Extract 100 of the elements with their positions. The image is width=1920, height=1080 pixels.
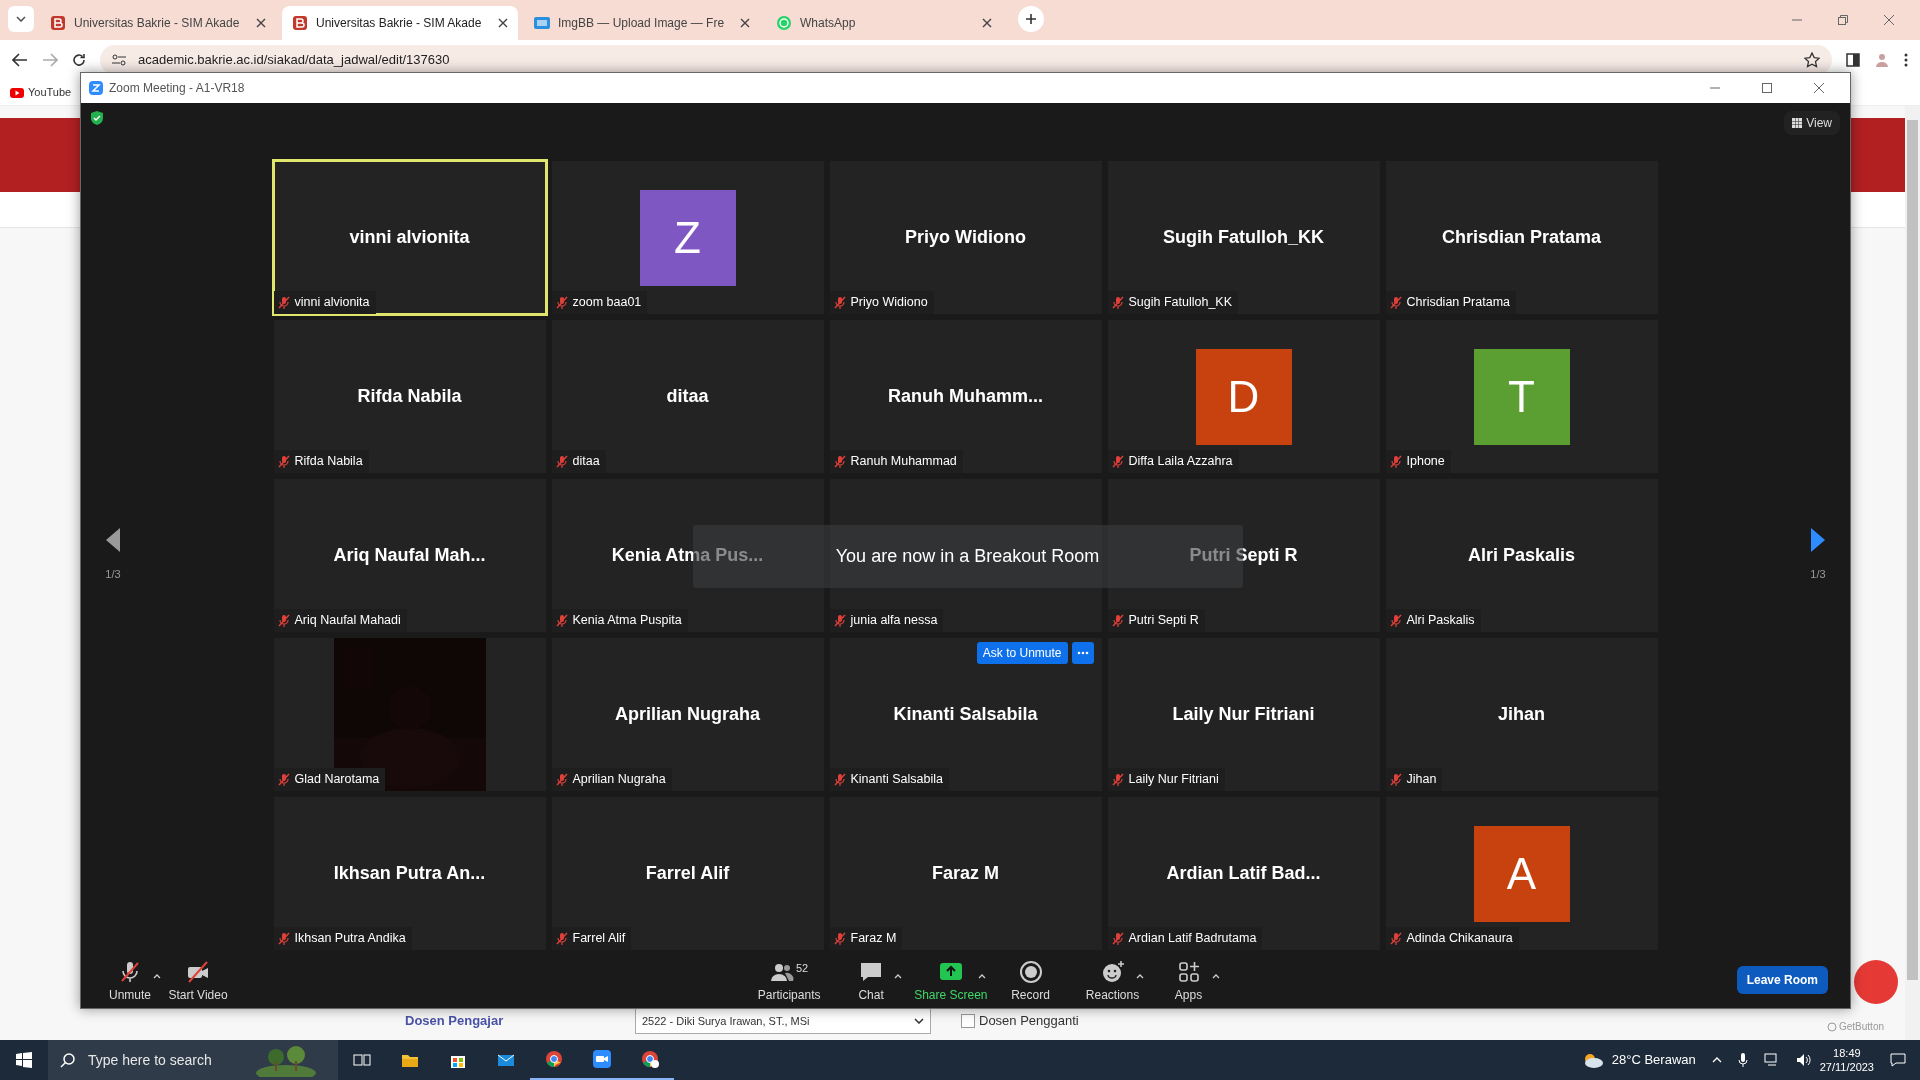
menu-icon[interactable]: [1904, 53, 1908, 67]
plus-icon: [1025, 13, 1037, 25]
participant-name: Ranuh Muhamm...: [888, 385, 1043, 408]
muted-mic-icon: [118, 960, 142, 984]
shield-logo-icon: [292, 15, 308, 31]
task-view-icon: [353, 1051, 371, 1069]
field-label: Dosen Pengajar: [405, 1012, 505, 1031]
volume-icon[interactable]: [1795, 1053, 1812, 1067]
search-box[interactable]: Type here to search: [48, 1040, 338, 1080]
browser-tab[interactable]: Universitas Bakrie - SIM Akade: [40, 6, 276, 40]
search-field[interactable]: Type here to search: [86, 1048, 246, 1072]
page-indicator: 1/3: [1810, 567, 1826, 583]
participant-name: Kinanti Salsabila: [893, 703, 1038, 726]
more-button[interactable]: [1071, 642, 1094, 664]
microphone-icon[interactable]: [1737, 1052, 1748, 1068]
participant-name: Alri Paskalis: [1467, 544, 1576, 567]
caret-up-icon: [894, 974, 903, 980]
clock-time[interactable]: 18:49: [1819, 1045, 1874, 1060]
smiley-icon: [1100, 960, 1125, 984]
toolbar-button[interactable]: Share Screen: [910, 956, 992, 1004]
participant-name: Aprilian Nugraha: [615, 703, 760, 726]
tab-list-button[interactable]: [8, 6, 34, 32]
search-icon: [60, 1052, 76, 1068]
close-icon[interactable]: [982, 18, 992, 28]
caret-up-icon: [977, 974, 986, 980]
video-off-icon: [186, 960, 210, 984]
caret-up-icon: [1135, 974, 1144, 980]
participant-name: Laily Nur Fitriani: [1172, 703, 1315, 726]
close-icon[interactable]: [498, 18, 508, 28]
leave-room-button[interactable]: Leave Room: [1736, 966, 1828, 994]
avatar: T: [1473, 348, 1570, 445]
apps-icon: [1176, 960, 1201, 984]
new-tab-button[interactable]: [1018, 6, 1044, 32]
page-indicator: 1/3: [105, 567, 121, 583]
triangle-left-icon: [105, 528, 121, 553]
triangle-right-icon: [1810, 528, 1826, 553]
avatar: A: [1473, 825, 1570, 922]
chevron-down-icon: [914, 1018, 924, 1024]
caret-up-icon: [153, 974, 161, 980]
previous-page-button[interactable]: [105, 528, 121, 553]
grid-icon: [1792, 118, 1803, 128]
toolbar-button[interactable]: Record: [993, 956, 1068, 1004]
zoom-logo-icon: [89, 81, 103, 95]
chat-widget-button[interactable]: [1854, 960, 1898, 1004]
caret-up-icon: [1211, 974, 1220, 980]
site-settings-icon[interactable]: [112, 54, 126, 66]
play-logo-icon: [10, 87, 24, 98]
ask-to-unmute-button[interactable]: Ask to Unmute: [976, 642, 1068, 664]
chevron-up-icon[interactable]: [1711, 1057, 1722, 1063]
browser-tab[interactable]: ImgBB — Upload Image — Fre: [524, 6, 760, 40]
reload-icon[interactable]: [72, 53, 86, 67]
widget-label: GetButton: [1838, 1020, 1884, 1034]
browser-tab[interactable]: Universitas Bakrie - SIM Akade: [282, 6, 518, 40]
participant-name: Priyo Widiono: [905, 226, 1026, 249]
shield-check-icon: [91, 111, 103, 125]
participant-name: Ariq Naufal Mah...: [333, 544, 486, 567]
bookmark-link[interactable]: YouTube: [28, 84, 72, 101]
network-icon[interactable]: [1763, 1053, 1780, 1067]
participant-name: Farrel Alif: [645, 862, 730, 885]
next-page-button[interactable]: [1810, 528, 1826, 553]
participant-name: Ardian Latif Bad...: [1166, 862, 1321, 885]
view-button[interactable]: View: [1784, 111, 1840, 135]
address-bar[interactable]: academic.bakrie.ac.id/siakad/data_jadwal/edit/137630: [100, 45, 1832, 75]
record-icon: [1018, 960, 1043, 984]
image-logo-icon: [534, 15, 550, 31]
weather-text: 28°C Berawan: [1611, 1051, 1696, 1070]
restore-icon[interactable]: [1838, 15, 1848, 25]
participant-name: Sugih Fatulloh_KK: [1163, 226, 1324, 249]
close-icon[interactable]: [256, 18, 266, 28]
star-icon[interactable]: [1804, 52, 1820, 68]
participant-name: Faraz M: [932, 862, 999, 885]
participant-name: Chrisdian Pratama: [1441, 226, 1602, 249]
checkbox[interactable]: [961, 1014, 975, 1028]
participant-name: ditaa: [666, 385, 709, 408]
chrome-logo-icon: [641, 1050, 659, 1068]
participant-name: Rifda Nabila: [357, 385, 462, 408]
select-field[interactable]: 2522 - Diki Surya Irawan, ST., MSi: [635, 1008, 931, 1034]
avatar: Z: [639, 189, 736, 286]
maximize-icon[interactable]: [1762, 83, 1772, 93]
participant-name: Putri Septi R: [1189, 544, 1298, 567]
toolbar-button[interactable]: Apps: [1151, 956, 1226, 1004]
window-title: Zoom Meeting - A1-VR18: [109, 80, 246, 97]
notification-icon[interactable]: [1890, 1053, 1906, 1067]
scrollbar[interactable]: [1905, 106, 1920, 1040]
toolbar-button[interactable]: Reactions: [1075, 956, 1150, 1004]
video-camera-icon: [593, 1050, 611, 1068]
back-arrow-icon[interactable]: [12, 53, 28, 67]
participant-name: Ikhsan Putra An...: [333, 862, 486, 885]
close-icon[interactable]: [1814, 83, 1824, 93]
toolbar-button[interactable]: Chat: [834, 956, 909, 1004]
browser-tab[interactable]: WhatsApp: [766, 6, 1002, 40]
close-icon[interactable]: [1884, 15, 1894, 25]
toolbar-button[interactable]: 52 Participants: [752, 956, 827, 1004]
clock-date[interactable]: 27/11/2023: [1819, 1060, 1874, 1075]
shield-logo-icon: [50, 15, 66, 31]
more-icon: [1076, 651, 1089, 655]
checkbox-label: Dosen Pengganti: [979, 1012, 1079, 1031]
side-panel-icon[interactable]: [1846, 53, 1860, 67]
windows-logo-icon: [16, 1052, 32, 1068]
close-icon[interactable]: [740, 18, 750, 28]
